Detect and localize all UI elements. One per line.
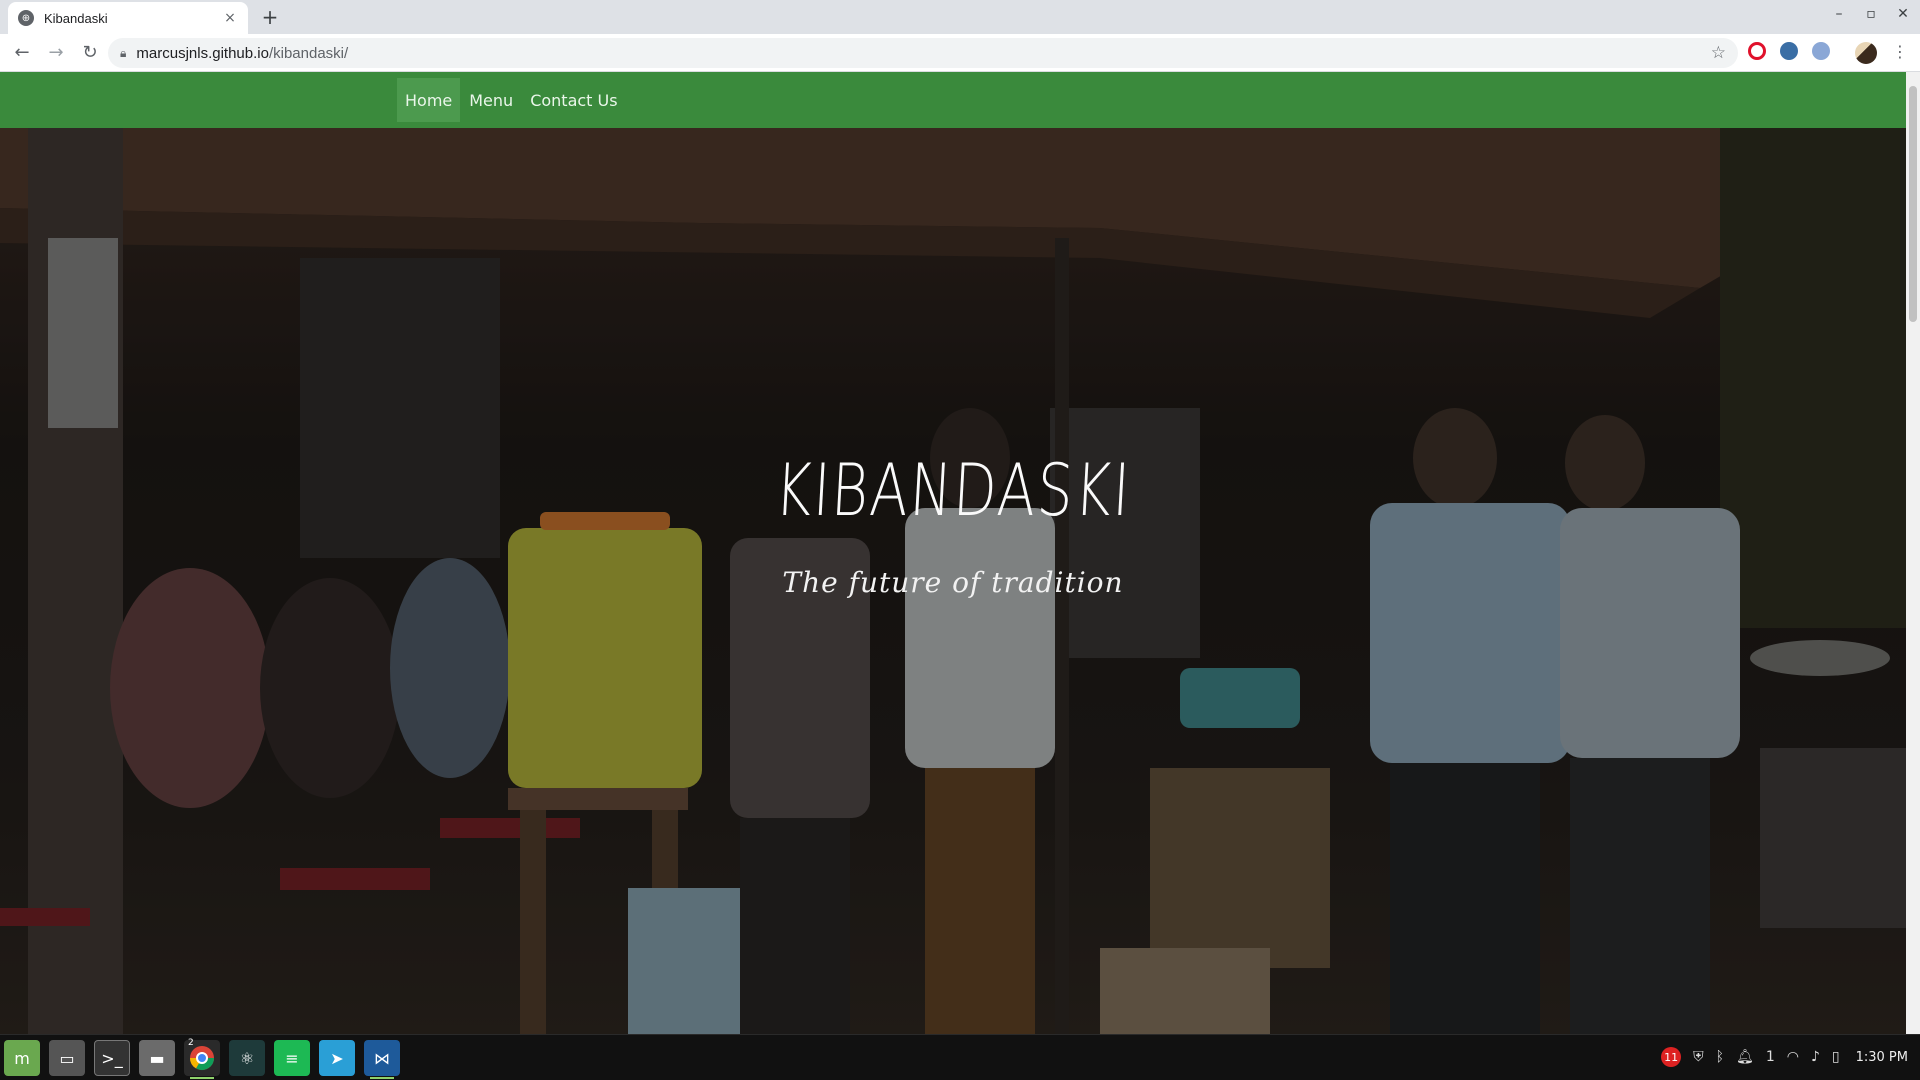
profile-avatar[interactable]: [1855, 42, 1877, 64]
browser-menu-icon[interactable]: ⋮: [1892, 42, 1908, 61]
sound-icon[interactable]: ♪: [1811, 1049, 1820, 1065]
hero-title: KIBANDASKI: [772, 448, 1134, 532]
terminal-icon[interactable]: >_: [94, 1040, 130, 1076]
close-window-icon[interactable]: ✕: [1896, 6, 1910, 22]
address-bar[interactable]: 🔒︎ marcusjnls.github.io/kibandaski/ ☆: [108, 38, 1738, 68]
browser-tab[interactable]: ⊕ Kibandaski ×: [8, 2, 248, 34]
page-scrollbar[interactable]: [1906, 72, 1920, 1034]
scroll-thumb[interactable]: [1909, 86, 1917, 322]
new-tab-button[interactable]: +: [258, 6, 282, 30]
telegram-icon[interactable]: ➤: [319, 1040, 355, 1076]
nav-link-contact[interactable]: Contact Us: [522, 78, 625, 122]
nav-link-home[interactable]: Home: [397, 78, 461, 122]
back-arrow-icon[interactable]: ←: [6, 37, 38, 69]
vscode-icon[interactable]: ⋈: [364, 1040, 400, 1079]
battery-icon[interactable]: ▯: [1832, 1049, 1840, 1065]
extension-icon[interactable]: [1812, 42, 1830, 60]
restore-icon[interactable]: ▫: [1864, 6, 1878, 22]
url-host: marcusjnls.github.io: [136, 44, 269, 62]
globe-icon: ⊕: [18, 10, 34, 26]
os-taskbar: m ▭ >_ ▬ 2 ⚛ ≡ ➤ ⋈ 11 ⛨ ᛒ 🔔︎ 1 ◠ ♪ ▯ 1:3…: [0, 1034, 1920, 1080]
files-folder-icon[interactable]: ▬: [139, 1040, 175, 1076]
tab-title: Kibandaski: [44, 10, 108, 26]
browser-tab-strip: ⊕ Kibandaski × + – ▫ ✕: [0, 0, 1920, 34]
wifi-icon[interactable]: ◠: [1787, 1049, 1799, 1065]
opera-extension-icon[interactable]: [1748, 42, 1766, 60]
chrome-window-count: 2: [188, 1038, 194, 1048]
site-navbar: Home Menu Contact Us: [0, 72, 1906, 128]
reload-icon[interactable]: ↻: [74, 37, 106, 69]
notification-count: 1: [1765, 1049, 1775, 1065]
bookmark-star-icon[interactable]: ☆: [1711, 43, 1726, 63]
taskbar-apps: m ▭ >_ ▬ 2 ⚛ ≡ ➤ ⋈: [4, 1038, 400, 1079]
clock[interactable]: 1:30 PM: [1856, 1050, 1908, 1065]
shield-icon[interactable]: ⛨: [1693, 1049, 1704, 1065]
notifications-icon[interactable]: 🔔︎: [1736, 1049, 1754, 1065]
window-controls: – ▫ ✕: [1832, 6, 1910, 22]
hero-tagline: The future of tradition: [782, 566, 1124, 599]
extension-icons: [1748, 42, 1830, 60]
atom-icon[interactable]: ⚛: [229, 1040, 265, 1076]
lock-icon: 🔒︎: [120, 45, 127, 60]
notification-count-badge[interactable]: 11: [1661, 1047, 1682, 1067]
extension-icon[interactable]: [1780, 42, 1798, 60]
close-tab-icon[interactable]: ×: [222, 10, 238, 26]
forward-arrow-icon[interactable]: →: [40, 37, 72, 69]
system-tray: 11 ⛨ ᛒ 🔔︎ 1 ◠ ♪ ▯ 1:30 PM: [1661, 1047, 1908, 1067]
show-desktop-icon[interactable]: ▭: [49, 1040, 85, 1076]
chrome-icon[interactable]: 2: [184, 1038, 220, 1079]
hero-section: KIBANDASKI The future of tradition: [0, 128, 1906, 1034]
page-viewport: Home Menu Contact Us KIBANDASKI The futu…: [0, 72, 1906, 1034]
bluetooth-icon[interactable]: ᛒ: [1716, 1049, 1724, 1065]
nav-link-menu[interactable]: Menu: [461, 78, 521, 122]
mint-menu-icon[interactable]: m: [4, 1040, 40, 1076]
minimize-icon[interactable]: –: [1832, 6, 1846, 22]
browser-toolbar: ← → ↻ 🔒︎ marcusjnls.github.io/kibandaski…: [0, 34, 1920, 72]
url-path: /kibandaski/: [268, 44, 349, 62]
spotify-icon[interactable]: ≡: [274, 1040, 310, 1076]
